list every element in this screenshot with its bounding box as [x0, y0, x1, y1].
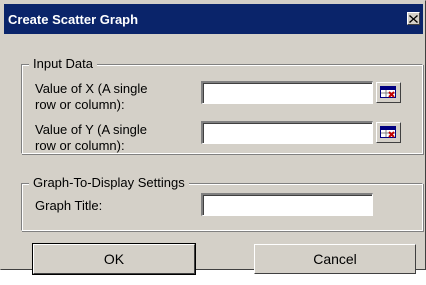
y-value-label-line2: row or column):: [35, 138, 125, 153]
x-value-label-line2: row or column):: [35, 97, 125, 112]
input-data-legend: Input Data: [29, 56, 97, 72]
y-value-input[interactable]: [201, 121, 373, 144]
graph-settings-legend: Graph-To-Display Settings: [29, 175, 189, 191]
title-bar[interactable]: Create Scatter Graph: [4, 4, 423, 34]
x-value-input[interactable]: [201, 81, 373, 104]
close-icon: [409, 14, 418, 23]
window-title: Create Scatter Graph: [8, 12, 139, 27]
graph-title-input[interactable]: [201, 193, 373, 216]
close-button[interactable]: [407, 12, 420, 25]
y-value-label-line1: Value of Y (A single: [35, 122, 148, 137]
create-scatter-graph-dialog: Create Scatter Graph Input Data Value of…: [0, 0, 426, 275]
cancel-button[interactable]: Cancel: [254, 244, 416, 274]
range-select-icon: [380, 126, 396, 138]
y-range-select-button[interactable]: [376, 122, 401, 143]
range-select-icon: [380, 86, 396, 98]
ok-button[interactable]: OK: [32, 243, 196, 275]
x-value-label-line1: Value of X (A single: [35, 81, 148, 96]
graph-title-label: Graph Title:: [35, 198, 103, 213]
x-range-select-button[interactable]: [376, 82, 401, 103]
